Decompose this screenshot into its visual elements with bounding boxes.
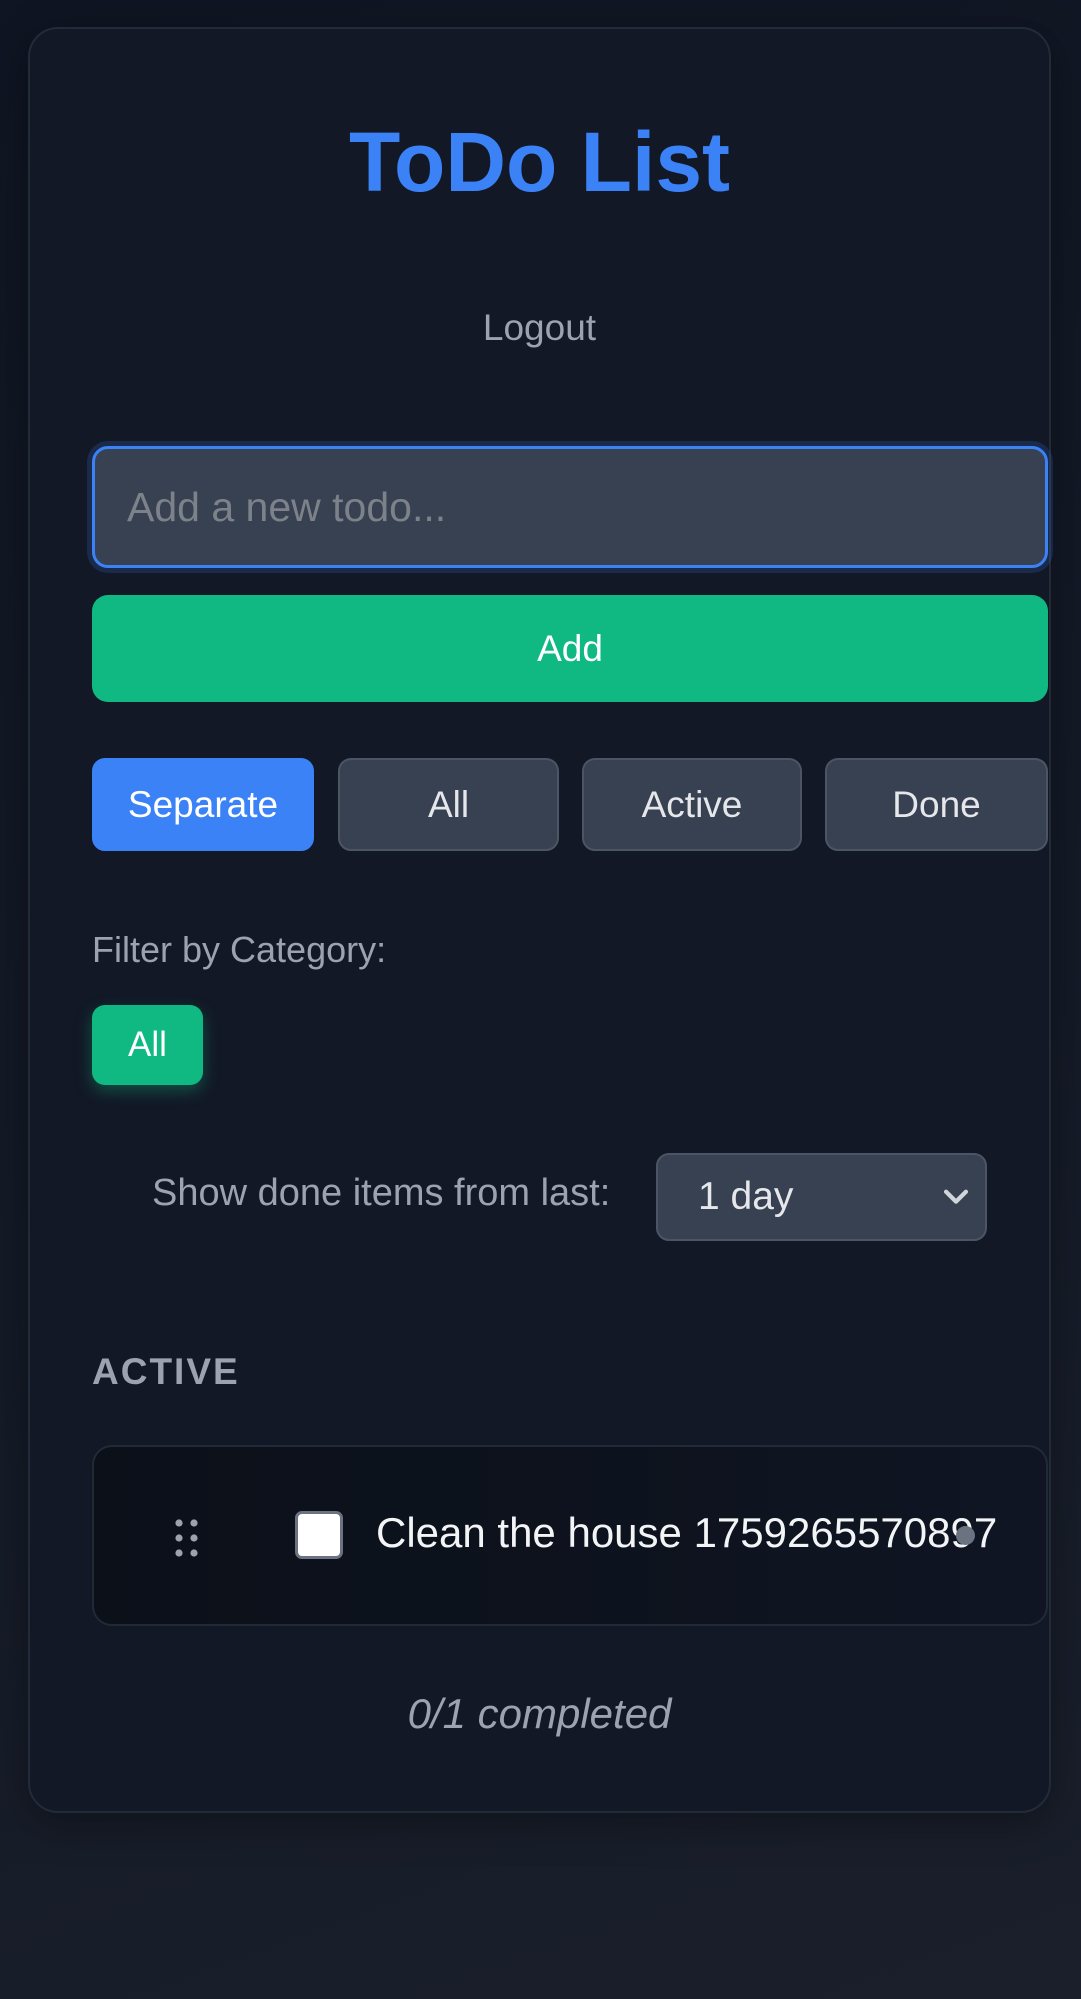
tab-active[interactable]: Active (582, 758, 802, 851)
page-title: ToDo List (348, 115, 731, 209)
chevron-down-icon (943, 1189, 969, 1204)
item-menu-dot-icon[interactable] (956, 1526, 975, 1545)
section-header-active: ACTIVE (92, 1351, 240, 1392)
tab-done[interactable]: Done (825, 758, 1048, 851)
todo-text: Clean the house 1759265570897 (376, 1509, 998, 1556)
todo-card: ToDo List Logout Add Separate All Active… (28, 27, 1051, 1813)
completion-summary: 0/1 completed (407, 1690, 672, 1737)
tab-all[interactable]: All (338, 758, 559, 851)
category-chip-all[interactable]: All (92, 1005, 203, 1085)
done-period-label: Show done items from last: (152, 1172, 611, 1214)
tab-separate[interactable]: Separate (92, 758, 314, 851)
new-todo-field (92, 446, 1048, 568)
todo-item[interactable]: Clean the house 1759265570897 (92, 1445, 1048, 1626)
done-period-value: 1 day (698, 1175, 794, 1218)
done-period-select[interactable]: 1 day (656, 1153, 987, 1241)
add-button[interactable]: Add (92, 595, 1048, 702)
logout-button[interactable]: Logout (30, 304, 1049, 352)
drag-handle-icon[interactable] (174, 1518, 200, 1558)
todo-checkbox[interactable] (295, 1511, 343, 1559)
view-tabs: Separate All Active Done (92, 758, 1048, 851)
new-todo-input[interactable] (92, 446, 1048, 568)
category-filter-label: Filter by Category: (92, 929, 387, 970)
